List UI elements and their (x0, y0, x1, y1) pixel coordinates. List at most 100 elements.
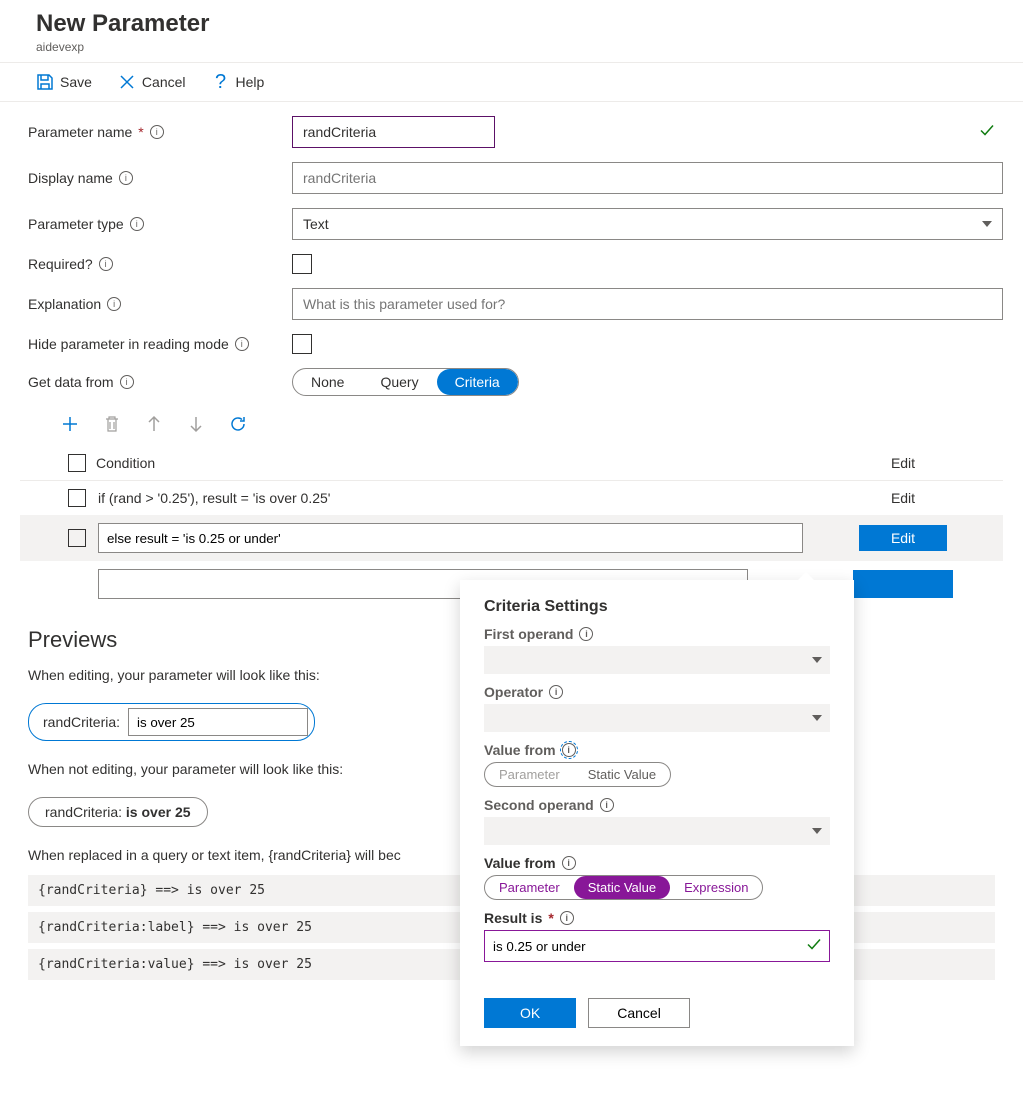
save-label: Save (60, 74, 92, 90)
get-data-from-label: Get data from i (28, 374, 292, 390)
chevron-down-icon (812, 828, 822, 834)
vf2-option-parameter[interactable]: Parameter (485, 876, 574, 899)
value-from-1-group: Parameter Static Value (484, 762, 671, 787)
hide-param-checkbox[interactable] (292, 334, 312, 354)
info-icon[interactable]: i (562, 743, 576, 757)
value-from-2-label: Value from i (484, 855, 830, 871)
pill-option-criteria[interactable]: Criteria (437, 369, 518, 395)
row-edit-button-empty[interactable] (853, 570, 953, 598)
info-icon[interactable]: i (99, 257, 113, 271)
refresh-icon[interactable] (228, 414, 248, 434)
ok-button[interactable]: OK (484, 998, 576, 1028)
explanation-input[interactable] (292, 288, 1003, 320)
result-is-label: Result is * i (484, 910, 830, 926)
edit-header: Edit (803, 455, 1003, 471)
display-name-label: Display name i (28, 170, 292, 186)
help-icon: ? (212, 73, 230, 91)
value-from-1-label: Value from i (484, 742, 830, 758)
condition-header: Condition (96, 455, 155, 471)
explanation-label: Explanation i (28, 296, 292, 312)
info-icon[interactable]: i (119, 171, 133, 185)
cancel-label: Cancel (142, 74, 186, 90)
pill-option-query[interactable]: Query (362, 369, 436, 395)
parameter-name-input[interactable] (292, 116, 495, 148)
vf1-option-static[interactable]: Static Value (574, 763, 670, 786)
move-down-icon[interactable] (186, 414, 206, 434)
save-icon (36, 73, 54, 91)
preview-pill2-value: is over 25 (126, 804, 191, 820)
parameter-type-label: Parameter type i (28, 216, 292, 232)
info-icon[interactable]: i (549, 685, 563, 699)
select-all-checkbox[interactable] (68, 454, 86, 472)
info-icon[interactable]: i (120, 375, 134, 389)
vf1-option-parameter[interactable]: Parameter (485, 763, 574, 786)
result-is-input[interactable] (484, 930, 830, 962)
operator-dropdown[interactable] (484, 704, 830, 732)
parameter-name-label: Parameter name * i (28, 124, 292, 140)
popup-title: Criteria Settings (484, 598, 830, 616)
form-section: Parameter name * i Display name i Parame… (0, 102, 1023, 396)
grid-row: Edit (20, 515, 1003, 561)
pill-option-none[interactable]: None (293, 369, 362, 395)
info-icon[interactable]: i (107, 297, 121, 311)
criteria-settings-popup: Criteria Settings First operand i Operat… (460, 580, 854, 1046)
add-icon[interactable] (60, 414, 80, 434)
parameter-type-select[interactable]: Text (292, 208, 1003, 240)
info-icon[interactable]: i (150, 125, 164, 139)
required-checkbox[interactable] (292, 254, 312, 274)
preview-pill-input[interactable] (128, 708, 308, 736)
preview-pill2-label: randCriteria: (45, 804, 122, 820)
move-up-icon[interactable] (144, 414, 164, 434)
info-icon[interactable]: i (600, 798, 614, 812)
preview-pill-label: randCriteria: (43, 714, 120, 730)
display-name-input[interactable] (292, 162, 1003, 194)
page-subtitle: aidevexp (36, 40, 987, 54)
chevron-down-icon (982, 221, 992, 227)
info-icon[interactable]: i (560, 911, 574, 925)
get-data-from-group: None Query Criteria (292, 368, 519, 396)
chevron-down-icon (812, 657, 822, 663)
popup-actions: OK Cancel (484, 998, 830, 1028)
info-icon[interactable]: i (562, 856, 576, 870)
svg-text:?: ? (215, 72, 226, 92)
value-from-2-group: Parameter Static Value Expression (484, 875, 763, 900)
preview-editing-pill: randCriteria: (28, 703, 315, 741)
vf2-option-static[interactable]: Static Value (574, 876, 670, 899)
row-checkbox[interactable] (68, 529, 86, 547)
hide-param-label: Hide parameter in reading mode i (28, 336, 292, 352)
required-asterisk: * (548, 910, 553, 926)
chevron-down-icon (812, 715, 822, 721)
cancel-button[interactable]: Cancel (118, 73, 186, 91)
command-bar: Save Cancel ? Help (0, 63, 1023, 102)
required-asterisk: * (138, 124, 143, 140)
cancel-popup-button[interactable]: Cancel (588, 998, 690, 1028)
second-operand-label: Second operand i (484, 797, 830, 813)
check-icon (979, 123, 995, 142)
first-operand-dropdown[interactable] (484, 646, 830, 674)
page-header: New Parameter aidevexp (0, 0, 1023, 63)
grid-row: if (rand > '0.25'), result = 'is over 0.… (20, 481, 1003, 515)
info-icon[interactable]: i (579, 627, 593, 641)
info-icon[interactable]: i (130, 217, 144, 231)
page-title: New Parameter (36, 10, 987, 38)
row-edit-button[interactable]: Edit (859, 525, 947, 551)
operator-label: Operator i (484, 684, 830, 700)
save-button[interactable]: Save (36, 73, 92, 91)
help-button[interactable]: ? Help (212, 73, 265, 91)
close-icon (118, 73, 136, 91)
delete-icon[interactable] (102, 414, 122, 434)
required-label: Required? i (28, 256, 292, 272)
row-edit-link[interactable]: Edit (891, 490, 915, 506)
row-checkbox[interactable] (68, 489, 86, 507)
second-operand-dropdown[interactable] (484, 817, 830, 845)
first-operand-label: First operand i (484, 626, 830, 642)
help-label: Help (236, 74, 265, 90)
vf2-option-expression[interactable]: Expression (670, 876, 762, 899)
info-icon[interactable]: i (235, 337, 249, 351)
grid-header: Condition Edit (20, 446, 1003, 481)
preview-readonly-pill: randCriteria: is over 25 (28, 797, 208, 827)
check-icon (806, 937, 822, 956)
row-text: if (rand > '0.25'), result = 'is over 0.… (98, 490, 330, 506)
criteria-toolbar (0, 410, 1023, 446)
row-input[interactable] (98, 523, 803, 553)
